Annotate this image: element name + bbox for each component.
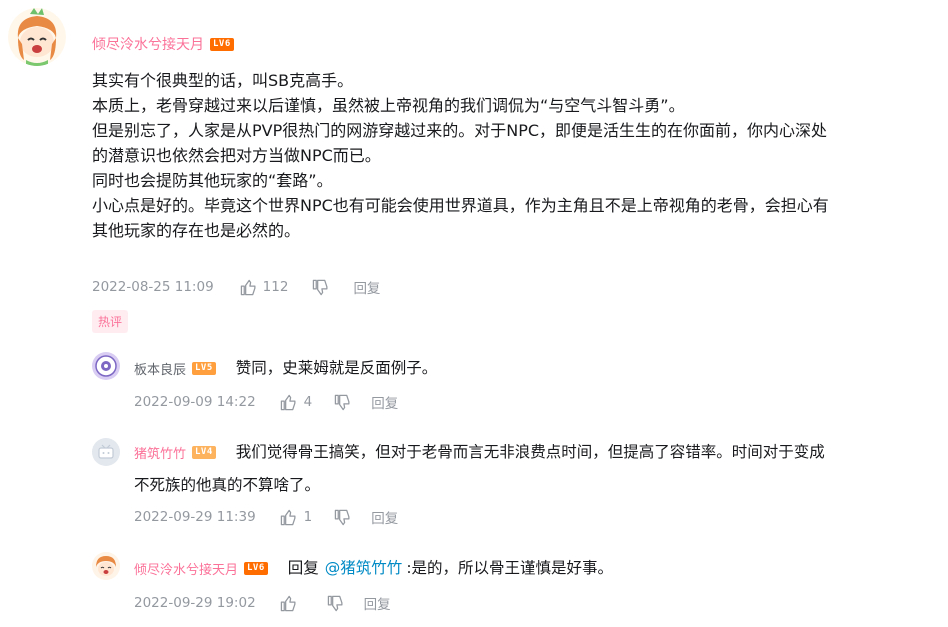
badge-avatar-icon xyxy=(92,352,120,380)
like-count: 4 xyxy=(303,394,313,410)
comment-line: 其实有个很典型的话，叫SB克高手。 xyxy=(92,71,354,90)
dislike-button[interactable] xyxy=(334,394,351,411)
comment-meta: 2022-08-25 11:09 112 回复 xyxy=(92,277,380,297)
thumbs-up-icon xyxy=(280,509,296,525)
thumbs-down-icon xyxy=(335,394,350,410)
reply-button[interactable]: 回复 xyxy=(371,507,398,527)
level-badge: LV5 xyxy=(192,362,216,375)
reply-avatar[interactable] xyxy=(92,552,120,580)
reply-time: 2022-09-29 11:39 xyxy=(134,509,256,525)
like-count: 1 xyxy=(303,509,313,525)
reply-time: 2022-09-29 19:02 xyxy=(134,595,256,611)
level-badge: LV6 xyxy=(210,37,234,51)
reply-text: 我们觉得骨王搞笑，但对于老骨而言无非浪费点时间，但提高了容错率。时间对于变成 xyxy=(235,443,825,461)
reply-button[interactable]: 回复 xyxy=(353,277,380,297)
dislike-button[interactable] xyxy=(327,595,344,612)
anime-girl-avatar-icon xyxy=(8,8,66,66)
like-button[interactable]: 112 xyxy=(240,279,289,296)
comment-line: 的潜意识也依然会把对方当做NPC而已。 xyxy=(92,146,381,165)
user-avatar[interactable] xyxy=(8,8,66,66)
comment-time: 2022-08-25 11:09 xyxy=(92,279,214,295)
reply-text-continued: 不死族的他真的不算啥了。 xyxy=(134,476,321,494)
reply-row: 倾尽泠水兮接天月 LV6 回复 @猪筑竹竹 :是的，所以骨王谨慎是好事。 xyxy=(134,556,613,581)
like-button[interactable] xyxy=(280,595,297,612)
reply-row: 板本良辰 LV5 赞同，史莱姆就是反面例子。 xyxy=(134,356,437,381)
username[interactable]: 倾尽泠水兮接天月 xyxy=(92,34,204,54)
level-badge: LV6 xyxy=(244,562,268,575)
dislike-button[interactable] xyxy=(334,509,351,526)
reply-prefix: 回复 xyxy=(287,559,319,577)
reply-avatar[interactable] xyxy=(92,352,120,380)
reply-button[interactable]: 回复 xyxy=(371,392,398,412)
reply-button[interactable]: 回复 xyxy=(364,593,391,613)
like-button[interactable]: 1 xyxy=(280,509,313,526)
like-count: 112 xyxy=(262,279,289,295)
level-badge: LV4 xyxy=(192,446,216,459)
comment-line: 但是别忘了，人家是从PVP很热门的网游穿越过来的。对于NPC，即便是活生生的在你… xyxy=(92,121,828,140)
reply-text: 赞同，史莱姆就是反面例子。 xyxy=(235,359,438,377)
thumbs-up-icon xyxy=(280,595,296,611)
reply-time: 2022-09-09 14:22 xyxy=(134,394,256,410)
like-button[interactable]: 4 xyxy=(280,394,313,411)
dislike-button[interactable] xyxy=(312,279,329,296)
reply-row: 猪筑竹竹 LV4 我们觉得骨王搞笑，但对于老骨而言无非浪费点时间，但提高了容错率… xyxy=(134,440,825,465)
comment-line: 小心点是好的。毕竟这个世界NPC也有可能会使用世界道具，作为主角且不是上帝视角的… xyxy=(92,196,829,215)
mention-link[interactable]: @猪筑竹竹 xyxy=(325,556,403,581)
thumbs-down-icon xyxy=(327,595,343,611)
reply-username[interactable]: 倾尽泠水兮接天月 xyxy=(134,559,238,578)
reply-meta: 2022-09-29 19:02 回复 xyxy=(134,593,391,613)
hot-comment-tag: 热评 xyxy=(92,310,129,333)
thumbs-up-icon xyxy=(280,394,296,410)
reply-username[interactable]: 板本良辰 xyxy=(134,359,186,378)
reply-avatar[interactable] xyxy=(92,438,120,466)
comment-line: 本质上，老骨穿越过来以后谨慎，虽然被上帝视角的我们调侃为“与空气斗智斗勇”。 xyxy=(92,96,685,115)
thumbs-up-icon xyxy=(240,279,256,295)
reply-meta: 2022-09-29 11:39 1 回复 xyxy=(134,507,398,527)
comment-header: 倾尽泠水兮接天月 LV6 xyxy=(92,34,234,54)
comment-body: 其实有个很典型的话，叫SB克高手。 本质上，老骨穿越过来以后谨慎，虽然被上帝视角… xyxy=(92,68,932,243)
anime-girl-avatar-icon xyxy=(92,552,120,580)
comment-line: 同时也会提防其他玩家的“套路”。 xyxy=(92,171,333,190)
reply-username[interactable]: 猪筑竹竹 xyxy=(134,443,186,462)
default-tv-avatar-icon xyxy=(92,438,120,466)
reply-text: :是的，所以骨王谨慎是好事。 xyxy=(406,559,614,577)
reply-meta: 2022-09-09 14:22 4 回复 xyxy=(134,392,398,412)
thumbs-down-icon xyxy=(313,279,328,295)
thumbs-down-icon xyxy=(335,509,350,525)
comment-line: 其他玩家的存在也是必然的。 xyxy=(92,221,301,240)
